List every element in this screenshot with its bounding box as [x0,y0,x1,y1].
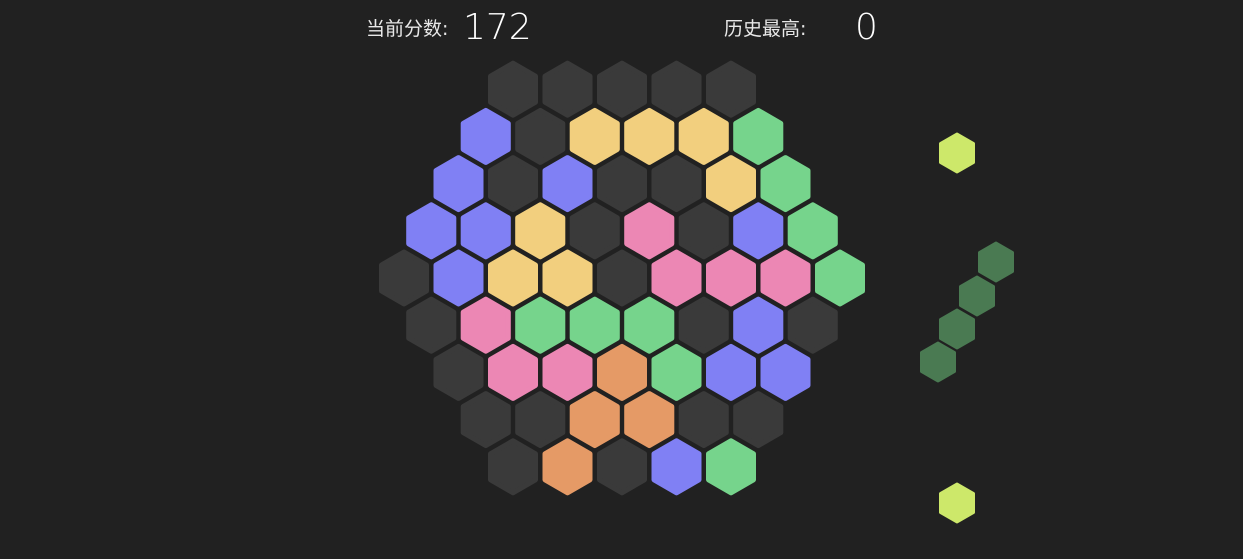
board-cell-empty[interactable] [488,155,538,213]
board-cell-empty[interactable] [678,202,729,260]
board-cell-blue[interactable] [760,343,811,401]
board-cell-green[interactable] [569,296,620,354]
board-cell-empty[interactable] [787,296,838,354]
piece-cell[interactable] [959,275,995,317]
board-cell-empty[interactable] [433,343,484,401]
piece-cell[interactable] [939,132,975,174]
board-cell-orange[interactable] [624,391,675,449]
board-cell-blue[interactable] [406,202,457,260]
board-cell-blue[interactable] [733,296,784,354]
board-cell-pink[interactable] [460,296,511,354]
board-cell-yellow[interactable] [515,202,566,260]
board-cell-blue[interactable] [460,202,511,260]
board-cell-yellow[interactable] [624,107,675,165]
board-cell-empty[interactable] [379,249,429,307]
board-cell-green[interactable] [515,296,566,354]
piece-cell[interactable] [978,241,1014,283]
board-cell-empty[interactable] [460,391,511,449]
board-cell-empty[interactable] [488,60,538,118]
board-cell-yellow[interactable] [488,249,538,307]
board-cell-empty[interactable] [488,438,538,496]
board-cell-green[interactable] [760,155,811,213]
board-cell-empty[interactable] [733,391,784,449]
board-cell-empty[interactable] [515,391,566,449]
game-stage: 当前分数: 172 历史最高: 0 [0,0,1243,559]
board-cell-empty[interactable] [597,60,647,118]
piece-single-bottom[interactable] [939,482,975,524]
board-cell-blue[interactable] [542,155,593,213]
board-cell-orange[interactable] [569,391,620,449]
board-cell-empty[interactable] [651,60,702,118]
board-cell-green[interactable] [624,296,675,354]
board-cell-empty[interactable] [542,60,593,118]
board-cell-empty[interactable] [569,202,620,260]
board-cell-orange[interactable] [597,343,647,401]
board-cell-green[interactable] [706,438,756,496]
board-cell-green[interactable] [733,107,784,165]
board-cell-blue[interactable] [706,343,756,401]
board-cell-empty[interactable] [678,391,729,449]
board-cell-empty[interactable] [597,249,647,307]
board-cell-green[interactable] [787,202,838,260]
piece-cell[interactable] [939,482,975,524]
board-cell-blue[interactable] [460,107,511,165]
board-cell-yellow[interactable] [706,155,756,213]
board-cell-empty[interactable] [651,155,702,213]
board-cell-green[interactable] [815,249,865,307]
board-cell-pink[interactable] [651,249,702,307]
board-cell-pink[interactable] [488,343,538,401]
board-cell-blue[interactable] [433,155,484,213]
hex-board [379,60,1014,524]
board-cell-blue[interactable] [651,438,702,496]
board-cell-empty[interactable] [406,296,457,354]
board-cell-empty[interactable] [597,438,647,496]
board-cell-empty[interactable] [678,296,729,354]
board-cell-orange[interactable] [542,438,593,496]
board-cell-empty[interactable] [597,155,647,213]
board-cell-empty[interactable] [706,60,756,118]
board-cell-blue[interactable] [433,249,484,307]
piece-cell[interactable] [939,308,975,350]
piece-cell[interactable] [920,341,956,383]
board-cell-pink[interactable] [760,249,811,307]
piece-single-top[interactable] [939,132,975,174]
board-cell-yellow[interactable] [542,249,593,307]
board-cell-yellow[interactable] [678,107,729,165]
board-cell-pink[interactable] [542,343,593,401]
board-cell-green[interactable] [651,343,702,401]
board-cell-pink[interactable] [624,202,675,260]
board-cell-pink[interactable] [706,249,756,307]
piece-diagonal-four[interactable] [920,241,1014,383]
board-cell-empty[interactable] [515,107,566,165]
board-cell-yellow[interactable] [569,107,620,165]
board-cell-blue[interactable] [733,202,784,260]
